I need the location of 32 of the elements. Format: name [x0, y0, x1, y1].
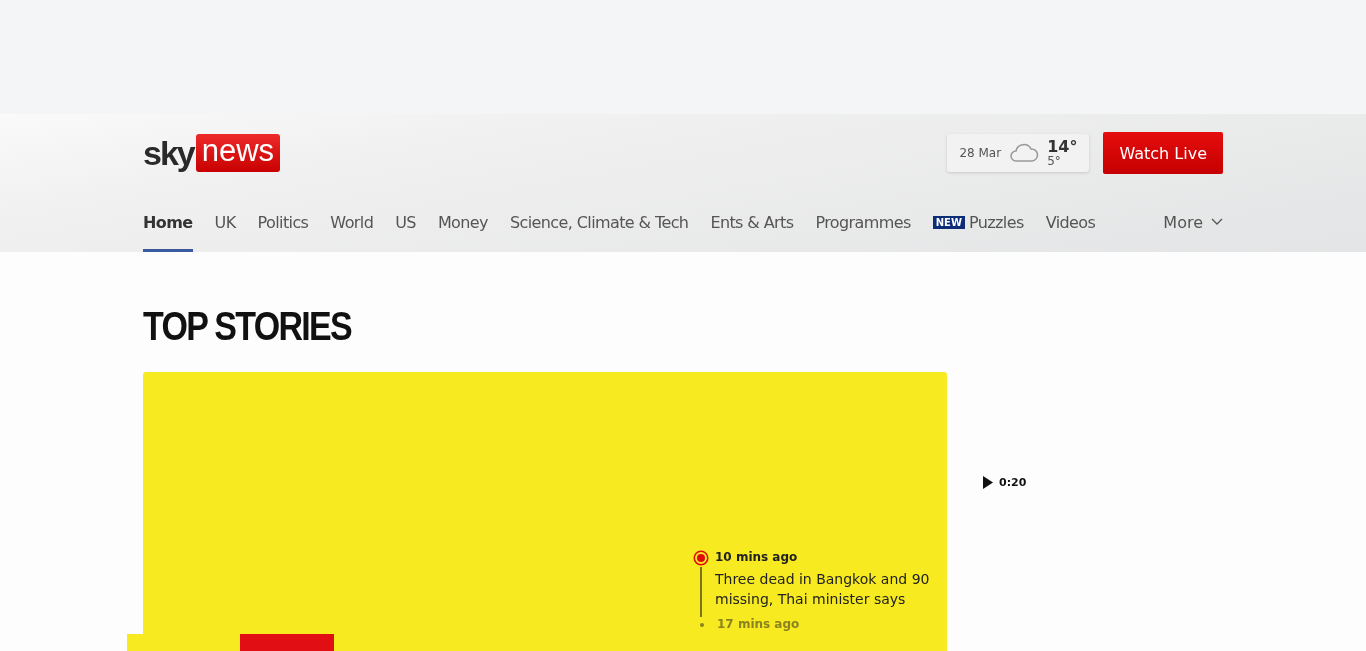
more-label: More	[1163, 212, 1203, 232]
low-temperature: 5°	[1047, 155, 1062, 167]
weather-widget[interactable]: 28 Mar 14° 5°	[947, 134, 1090, 172]
nav-tab[interactable]: Programmes	[815, 192, 911, 252]
nav-tab[interactable]: NEW Puzzles	[932, 192, 1024, 252]
more-menu[interactable]: More	[1163, 192, 1223, 252]
play-icon[interactable]	[983, 476, 993, 489]
logo-badge: news	[195, 134, 281, 172]
new-badge: NEW	[932, 215, 965, 229]
chevron-down-icon	[1211, 218, 1223, 226]
nav-tab[interactable]: UK	[214, 192, 236, 252]
sky-news-logo[interactable]: sky news	[143, 134, 281, 172]
nav-tab[interactable]: Money	[437, 192, 488, 252]
nav-tab[interactable]: Home	[143, 192, 193, 252]
nav-tab[interactable]: Ents & Arts	[710, 192, 794, 252]
logo-text: sky	[143, 136, 194, 170]
high-temperature: 14°	[1047, 139, 1078, 155]
lead-story-card[interactable]: 10 mins ago Three dead in Bangkok and 90 missing, Thai minister says 17 mins ago	[143, 372, 947, 651]
nav-tab[interactable]: US	[395, 192, 416, 252]
nav-tab[interactable]: World	[330, 192, 374, 252]
watch-live-button[interactable]: Watch Live	[1103, 132, 1223, 174]
section-heading: TOP STORIES	[143, 303, 353, 350]
cloud-icon	[1009, 143, 1040, 163]
update-headline[interactable]: Three dead in Bangkok and 90 missing, Thai minister says	[715, 569, 930, 609]
nav-tab[interactable]: Science, Climate & Tech	[509, 192, 689, 252]
weather-date: 28 Mar	[959, 146, 1002, 160]
nav-tab[interactable]: Politics	[257, 192, 309, 252]
nav-label: Puzzles	[968, 212, 1024, 232]
video-duration: 0:20	[999, 476, 1027, 489]
timestamp: 10 mins ago	[715, 550, 799, 564]
timestamp: 17 mins ago	[717, 617, 800, 631]
nav-tab[interactable]: Videos	[1045, 192, 1096, 252]
